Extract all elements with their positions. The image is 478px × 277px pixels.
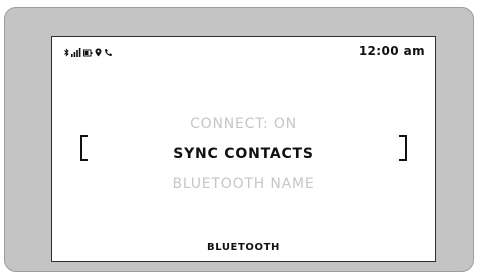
- bluetooth-icon: [64, 48, 69, 57]
- display-screen: 12:00 am CONNECT: ON SYNC CONTACTS BLUET…: [51, 36, 436, 262]
- status-bar: 12:00 am: [52, 37, 435, 61]
- menu-item-sync-contacts[interactable]: SYNC CONTACTS: [52, 139, 435, 169]
- menu-list: CONNECT: ON SYNC CONTACTS BLUETOOTH NAME: [52, 109, 435, 199]
- gps-icon: [95, 48, 102, 57]
- signal-icon: [71, 48, 81, 57]
- clock: 12:00 am: [358, 44, 425, 58]
- screen-title: BLUETOOTH: [206, 242, 280, 253]
- device-bezel: 12:00 am CONNECT: ON SYNC CONTACTS BLUET…: [4, 7, 474, 272]
- menu-item-bluetooth-name[interactable]: BLUETOOTH NAME: [52, 169, 435, 199]
- status-icons: [64, 47, 113, 57]
- phone-icon: [105, 49, 112, 56]
- battery-icon: [83, 49, 93, 57]
- menu-item-connect[interactable]: CONNECT: ON: [52, 109, 435, 139]
